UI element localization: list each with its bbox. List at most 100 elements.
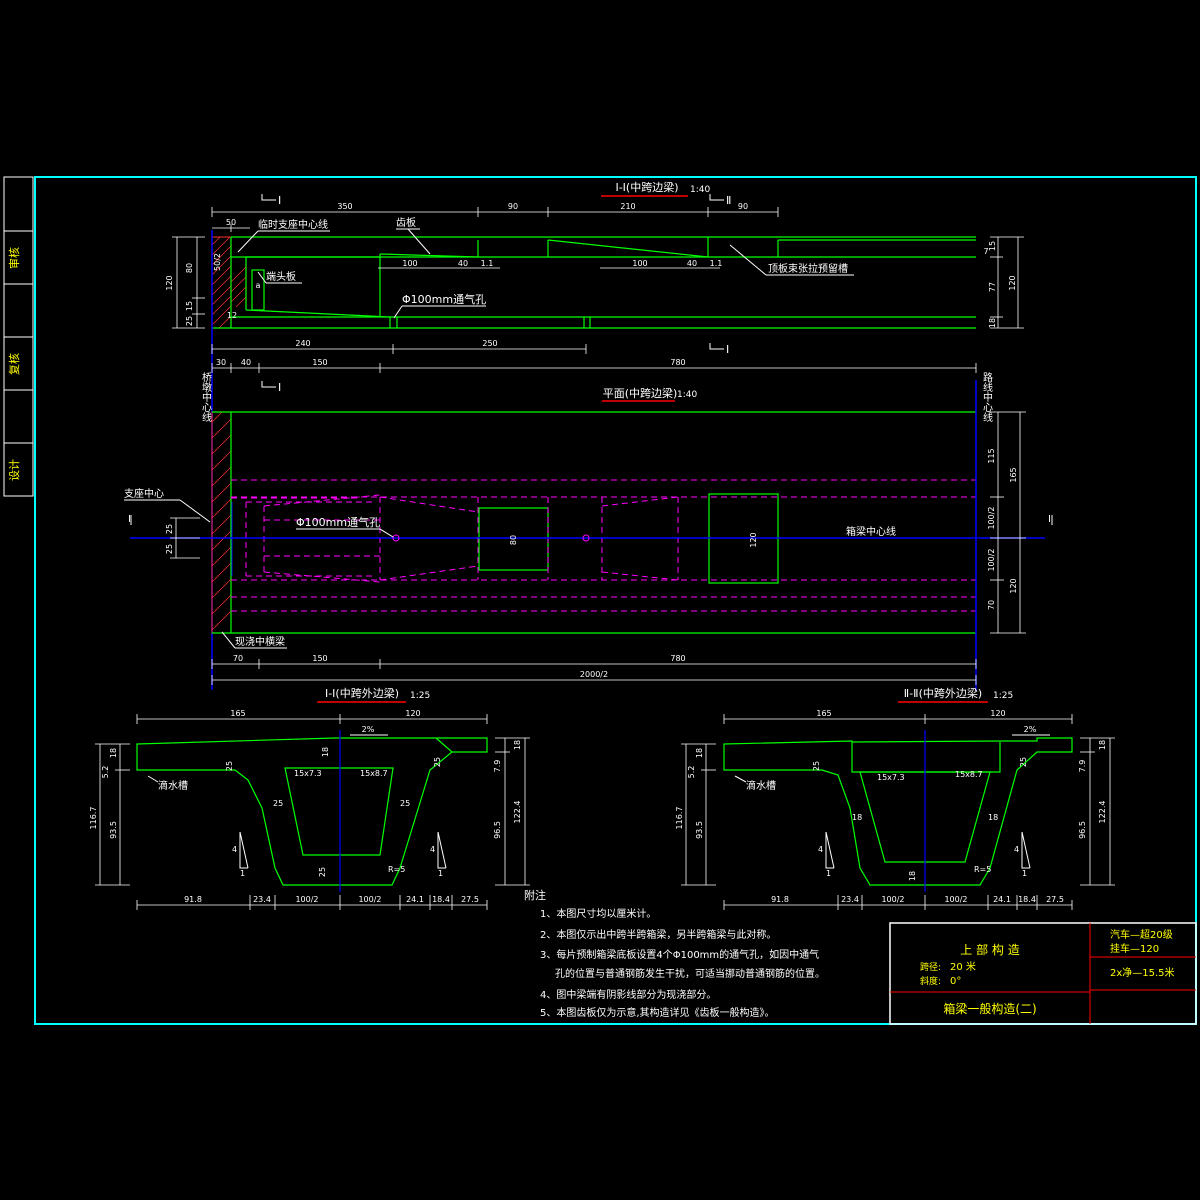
dim-left-120: 120 — [165, 275, 174, 290]
label-tooth-block: 齿板 — [396, 216, 416, 229]
s1-dim-b-4: 24.1 — [406, 895, 424, 904]
section1-scale: 1:25 — [410, 691, 430, 701]
s1-dim-b-3: 100/2 — [358, 895, 381, 904]
sidebar-design: 设计 — [8, 459, 21, 481]
dim-left-80: 80 — [185, 263, 194, 273]
label-end-plate: 端头板 — [266, 270, 296, 283]
s1-dim-in-0: 25 — [225, 761, 234, 771]
s1-dim-b-2: 100/2 — [295, 895, 318, 904]
cut-mark-plan: I — [278, 381, 281, 394]
plan-dim-bottom-150: 150 — [312, 654, 327, 663]
dim-left-50-2: 50/2 — [213, 253, 222, 271]
s1-dim-in-4: 18 — [321, 747, 330, 757]
s1-slope-a4: 4 — [232, 845, 237, 854]
s2-dim-b-1: 23.4 — [841, 895, 859, 904]
s2-dim-b-4: 24.1 — [993, 895, 1011, 904]
dim-top-90b: 90 — [738, 202, 748, 211]
s1-dim-left-18: 18 — [109, 748, 118, 758]
label-vent-hole: Φ100mm通气孔 — [402, 292, 486, 306]
section2-scale: 1:25 — [993, 691, 1013, 701]
section2-drain: 滴水槽 — [746, 779, 776, 792]
dim-row-40: 40 — [241, 358, 251, 367]
dim-right-15: 15 — [988, 241, 997, 251]
s1-slope-b1: 1 — [438, 869, 443, 878]
s1-dim-right-1224: 122.4 — [513, 801, 522, 824]
plan-dim-right-70: 70 — [987, 600, 996, 610]
plan-cut-right: I — [1048, 514, 1051, 525]
note-1: 1、本图尺寸均以厘米计。 — [540, 907, 656, 920]
elevation-scale: 1:40 — [690, 185, 710, 195]
tb-load-2: 挂车—120 — [1110, 942, 1159, 955]
section2-slope: 2% — [1024, 725, 1037, 734]
s1-dim-right-79: 7.9 — [493, 760, 502, 773]
dim-top-90a: 90 — [508, 202, 518, 211]
s2-slope-b1: 1 — [1022, 869, 1027, 878]
s2-dim-left-935: 93.5 — [695, 821, 704, 839]
s2-dim-left-1167: 116.7 — [675, 807, 684, 830]
plan-scale: 1:40 — [677, 390, 697, 400]
s2-dim-in-3: 25 — [1019, 757, 1028, 767]
tb-skew-value: 0° — [950, 976, 961, 987]
cut-mark-top-left: I — [278, 194, 281, 207]
s2-dim-in-6: 15x8.7 — [955, 770, 983, 779]
dim-inner-100a: 100 — [402, 259, 417, 268]
section2-title: Ⅱ-Ⅱ(中跨外边梁) — [904, 686, 982, 700]
notes-heading: 附注 — [524, 888, 546, 902]
plan-dim-right-165: 165 — [1009, 467, 1018, 482]
dim-right-120: 120 — [1008, 275, 1017, 290]
tb-span-value: 20 米 — [950, 960, 976, 973]
dim-row-30: 30 — [216, 358, 226, 367]
s1-dim-b-6: 27.5 — [461, 895, 479, 904]
plan-cut-left: I — [128, 514, 131, 525]
plan-dim-right-1002b: 100/2 — [987, 548, 996, 571]
s1-dim-right-965: 96.5 — [493, 821, 502, 839]
elevation-title: Ⅰ-Ⅰ(中跨边梁) — [615, 180, 678, 194]
dim-right-7: 7 — [983, 247, 988, 256]
note-2: 2、本图仅示出中跨半跨箱梁，另半跨箱梁与此对称。 — [540, 928, 776, 941]
plan-dim-left-a: 25 — [165, 524, 174, 534]
s1-dim-left-1167: 116.7 — [89, 807, 98, 830]
dim-inner-a: a — [256, 281, 261, 290]
s1-dim-b-1: 23.4 — [253, 895, 271, 904]
s2-dim-in-7: R=5 — [974, 865, 991, 874]
plan-dim-bottom-total: 2000/2 — [580, 670, 608, 679]
s1-dim-in-5: 25 — [318, 867, 327, 877]
s1-dim-in-3: 25 — [433, 757, 442, 767]
s2-dim-b-0: 91.8 — [771, 895, 789, 904]
plan-right-axis: 路线中心线 — [981, 371, 993, 422]
section1-drain: 滴水槽 — [158, 779, 188, 792]
cut-mark-bottom-right: I — [726, 343, 729, 356]
dim-top-350: 350 — [337, 202, 352, 211]
plan-dim-bottom-70: 70 — [233, 654, 243, 663]
s2-dim-in-0: 25 — [812, 761, 821, 771]
dim-right-18: 18 — [988, 318, 997, 328]
s2-slope-a4: 4 — [818, 845, 823, 854]
label-temp-bearing: 临时支座中心线 — [258, 218, 328, 231]
s2-dim-in-2: 18 — [988, 813, 998, 822]
s1-dim-in-7: 15x8.7 — [360, 769, 388, 778]
s1-dim-b-0: 91.8 — [184, 895, 202, 904]
s1-dim-in-1: 25 — [273, 799, 283, 808]
s2-dim-right-18: 18 — [1098, 740, 1107, 750]
s1-dim-in-2: 25 — [400, 799, 410, 808]
s1-dim-b-5: 18.4 — [432, 895, 450, 904]
s1-dim-left-935: 93.5 — [109, 821, 118, 839]
section1-slope: 2% — [362, 725, 375, 734]
label-cast-beam: 现浇中横梁 — [235, 635, 285, 648]
plan-dim-left-b: 25 — [165, 544, 174, 554]
dim-row-780: 780 — [670, 358, 685, 367]
s2-dim-in-5: 15x7.3 — [877, 773, 905, 782]
s2-dim-right-965: 96.5 — [1078, 821, 1087, 839]
dim-left-15: 15 — [185, 301, 194, 311]
dim-left-25: 25 — [185, 316, 194, 326]
sidebar-review: 审核 — [7, 247, 21, 269]
plan-dim-inner-120: 120 — [749, 532, 758, 547]
plan-left-axis: 桥墩中心线 — [200, 372, 212, 422]
s2-dim-left-52: 5.2 — [687, 766, 696, 779]
note-3b: 孔的位置与普通钢筋发生干扰，可适当挪动普通钢筋的位置。 — [555, 967, 825, 980]
dim-inner-11a: 1.1 — [481, 259, 494, 268]
tb-span-label: 跨径: — [920, 961, 941, 973]
s1-dim-top-120: 120 — [405, 709, 420, 718]
note-5: 5、本图齿板仅为示意,其构造详见《齿板一般构造》。 — [540, 1006, 775, 1019]
tb-load-1: 汽车—超20级 — [1110, 928, 1173, 941]
